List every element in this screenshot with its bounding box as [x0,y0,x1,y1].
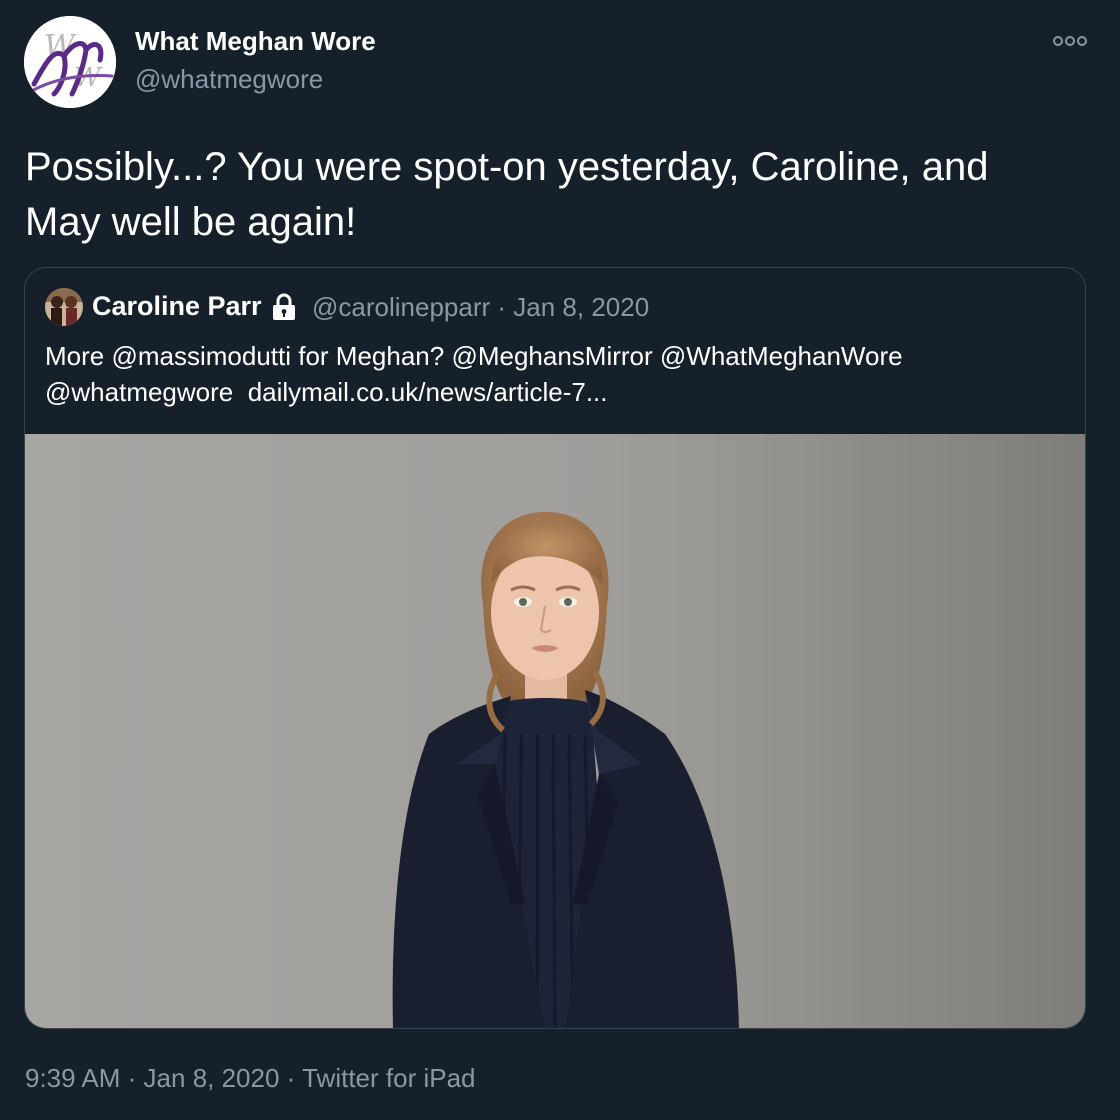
timestamp-separator: · [286,1063,296,1093]
tweet-date[interactable]: Jan 8, 2020 [144,1063,280,1093]
mw-monogram-logo-icon: W W [24,16,116,108]
author-handle[interactable]: @whatmegwore [135,64,323,95]
timestamp-separator: · [127,1063,137,1093]
more-horizontal-icon[interactable] [1052,30,1088,52]
quoted-tweet-date[interactable]: Jan 8, 2020 [513,292,649,322]
tweet-time[interactable]: 9:39 AM [25,1063,120,1093]
quoted-tweet-text: More @massimodutti for Meghan? @MeghansM… [45,338,1065,410]
quoted-author-avatar[interactable] [45,288,83,326]
lock-icon [269,292,299,322]
quoted-tweet-text-line1: More @massimodutti for Meghan? @MeghansM… [45,341,903,371]
tweet-text-line1: Possibly...? You were spot-on yesterday,… [25,145,989,189]
quoted-tweet-meta: @carolinepparr · Jan 8, 2020 [312,292,649,323]
quoted-article-link[interactable]: dailymail.co.uk/news/article-7... [248,377,608,407]
tweet-text-line2: May well be again! [25,200,357,244]
author-display-name[interactable]: What Meghan Wore [135,26,376,57]
tweet-text: Possibly...? You were spot-on yesterday,… [25,140,1095,250]
tweet-source[interactable]: Twitter for iPad [302,1063,475,1093]
quoted-tweet-card[interactable]: Caroline Parr @carolinepparr · Jan 8, 20… [24,267,1086,1029]
quoted-tweet-photo[interactable] [25,434,1085,1028]
author-avatar[interactable]: W W [24,16,116,108]
quoted-mention-whatmegwore[interactable]: @whatmegwore [45,377,233,407]
quoted-author-handle[interactable]: @carolinepparr [312,292,490,322]
tweet-timestamp: 9:39 AM · Jan 8, 2020 · Twitter for iPad [25,1063,476,1094]
quoted-author-display-name[interactable]: Caroline Parr [92,291,262,322]
meta-separator: · [497,292,507,322]
